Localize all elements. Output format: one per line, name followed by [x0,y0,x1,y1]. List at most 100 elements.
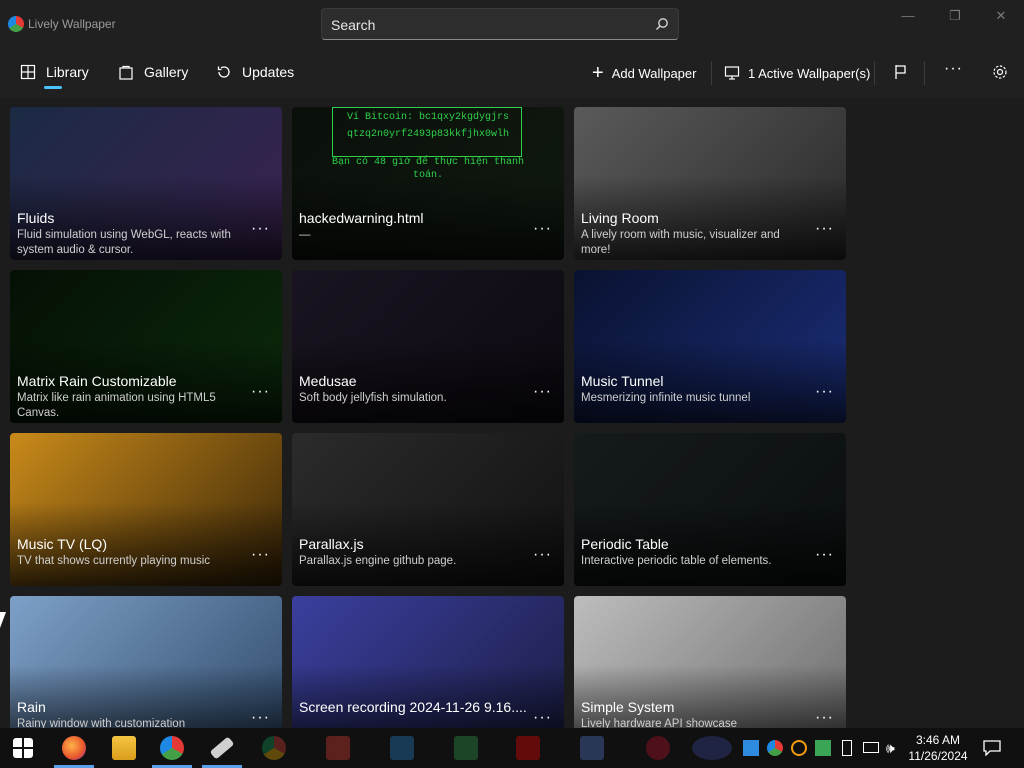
wallpaper-card[interactable]: Living Room A lively room with music, vis… [574,107,846,260]
settings-gear-icon[interactable] [992,64,1008,80]
wallpaper-title: Music TV (LQ) [17,536,107,552]
store-icon[interactable] [390,736,414,760]
wallpaper-title: hackedwarning.html [299,210,424,226]
divider [711,61,712,85]
monitor-icon [724,66,740,80]
plus-icon: + [592,62,604,84]
wallpaper-card[interactable]: Simple System Lively hardware API showcas… [574,596,846,749]
mouse-cursor [0,612,6,628]
notification-icon[interactable] [983,740,1001,756]
app-title: Lively Wallpaper [28,17,116,31]
wallpaper-card[interactable]: Ví Bitcoin: bc1qxy2kgdygjrsqtzq2n0yrf249… [292,107,564,260]
bag-icon [119,65,133,80]
wallpaper-card[interactable]: Fluids Fluid simulation using WebGL, reac… [10,107,282,260]
file-explorer-icon[interactable] [112,736,136,760]
volume-icon[interactable]: 🕪 [886,740,902,756]
more-options-icon[interactable]: ··· [944,60,963,78]
card-more-options-icon[interactable]: ··· [251,709,270,727]
tab-updates-label: Updates [242,64,295,80]
active-wallpapers-label: 1 Active Wallpaper(s) [748,65,871,81]
lively-icon[interactable] [160,736,184,760]
firefox-icon[interactable] [62,736,86,760]
search-icon[interactable] [655,17,669,31]
minimize-icon[interactable]: — [898,8,918,26]
wallpaper-title: Matrix Rain Customizable [17,373,177,389]
wallpaper-description: Fluid simulation using WebGL, reacts wit… [17,229,231,256]
divider [874,61,875,85]
card-more-options-icon[interactable]: ··· [815,709,834,727]
wallpaper-title: Rain [17,699,46,715]
divider [924,61,925,85]
card-shade [292,596,564,749]
close-icon[interactable]: ✕ [991,8,1011,26]
card-more-options-icon[interactable]: ··· [533,220,552,238]
wallpaper-card[interactable]: Music Tunnel Mesmerizing infinite music t… [574,270,846,423]
search-input[interactable]: Search [321,8,679,40]
clock-time: 3:46 AM [915,733,961,747]
wallpaper-title: Music Tunnel [581,373,664,389]
tray-app-icon[interactable] [743,740,759,756]
tab-gallery[interactable]: Gallery [118,64,188,90]
wallpaper-card[interactable]: Parallax.js Parallax.js engine github pag… [292,433,564,586]
wallpaper-title: Parallax.js [299,536,364,552]
customise-icon[interactable] [893,64,909,80]
wallpaper-card[interactable]: Matrix Rain Customizable Matrix like rain… [10,270,282,423]
tab-gallery-label: Gallery [144,64,189,80]
wallpaper-title: Simple System [581,699,675,715]
wallpaper-title: Periodic Table [581,536,669,552]
taskbar: 🕪 3:46 AM 11/26/2024 [0,728,1024,768]
maximize-icon[interactable]: ❐ [945,8,965,26]
wallpaper-card[interactable]: Medusae Soft body jellyfish simulation. ··… [292,270,564,423]
wallpaper-card[interactable]: Music TV (LQ) TV that shows currently pla… [10,433,282,586]
usb-tray-icon[interactable] [842,740,852,756]
card-more-options-icon[interactable]: ··· [251,383,270,401]
wallpaper-title: Fluids [17,210,55,226]
tab-library-label: Library [46,64,89,80]
tray-search-icon[interactable] [791,740,807,756]
usb-drive-icon[interactable] [209,736,235,760]
opera-icon[interactable] [646,736,670,760]
wallpaper-description: Matrix like rain animation using HTML5 C… [17,392,216,419]
card-more-options-icon[interactable]: ··· [533,383,552,401]
wallpaper-title: Living Room [581,210,659,226]
card-more-options-icon[interactable]: ··· [815,383,834,401]
wallpaper-card[interactable]: Screen recording 2024-11-26 9.16.... ··· [292,596,564,749]
app-icon[interactable] [692,736,732,760]
clock-date: 11/26/2024 [908,749,968,763]
title-bar: Lively Wallpaper Search — ❐ ✕ [0,0,1024,48]
grid-icon [20,64,36,80]
card-more-options-icon[interactable]: ··· [533,709,552,727]
card-more-options-icon[interactable]: ··· [533,546,552,564]
network-icon[interactable] [863,742,879,753]
gmail-icon[interactable] [326,736,350,760]
add-wallpaper-button[interactable]: + Add Wallpaper [592,62,696,84]
wallpaper-description: Interactive periodic table of elements. [581,555,772,567]
system-clock[interactable]: 3:46 AM 11/26/2024 [905,732,971,764]
wallpaper-description: Parallax.js engine github page. [299,555,457,567]
card-more-options-icon[interactable]: ··· [251,220,270,238]
wallpaper-card[interactable]: Rain Rainy window with customization ··· [10,596,282,749]
active-wallpapers-button[interactable]: 1 Active Wallpaper(s) [724,64,870,82]
wallpaper-description: A lively room with music, visualizer and… [581,229,780,256]
wallpaper-description: TV that shows currently playing music [17,555,211,567]
refresh-icon [217,66,230,78]
wallpaper-card[interactable]: Periodic Table Interactive periodic table… [574,433,846,586]
play-store-icon[interactable] [454,736,478,760]
tab-updates[interactable]: Updates [216,64,294,90]
card-more-options-icon[interactable]: ··· [251,546,270,564]
wallpaper-description: — [299,229,311,241]
windows-start-icon[interactable] [13,738,33,758]
tray-lively-icon[interactable] [767,740,783,756]
youtube-icon[interactable] [516,736,540,760]
wallpaper-description: Mesmerizing infinite music tunnel [581,392,751,404]
chrome-icon[interactable] [262,736,286,760]
card-more-options-icon[interactable]: ··· [815,546,834,564]
tray-shield-icon[interactable] [815,740,831,756]
navigation-bar: Library Gallery Updates + Add Wallpaper … [0,48,1024,98]
search-placeholder: Search [331,17,376,33]
wallpaper-title: Medusae [299,373,357,389]
wallpaper-title: Screen recording 2024-11-26 9.16.... [299,699,527,715]
photos-icon[interactable] [580,736,604,760]
card-more-options-icon[interactable]: ··· [815,220,834,238]
lively-logo-icon [8,16,24,32]
